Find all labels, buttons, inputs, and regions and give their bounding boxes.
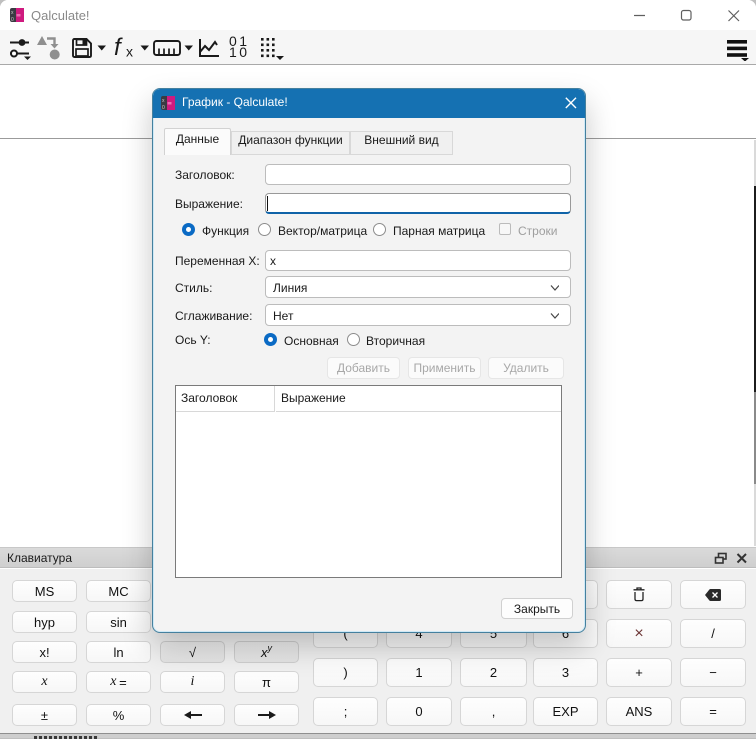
svg-text:f: f [114,34,123,61]
svg-text:0: 0 [162,105,165,110]
svg-text:x: x [126,44,133,60]
svg-text:0: 0 [11,17,14,22]
